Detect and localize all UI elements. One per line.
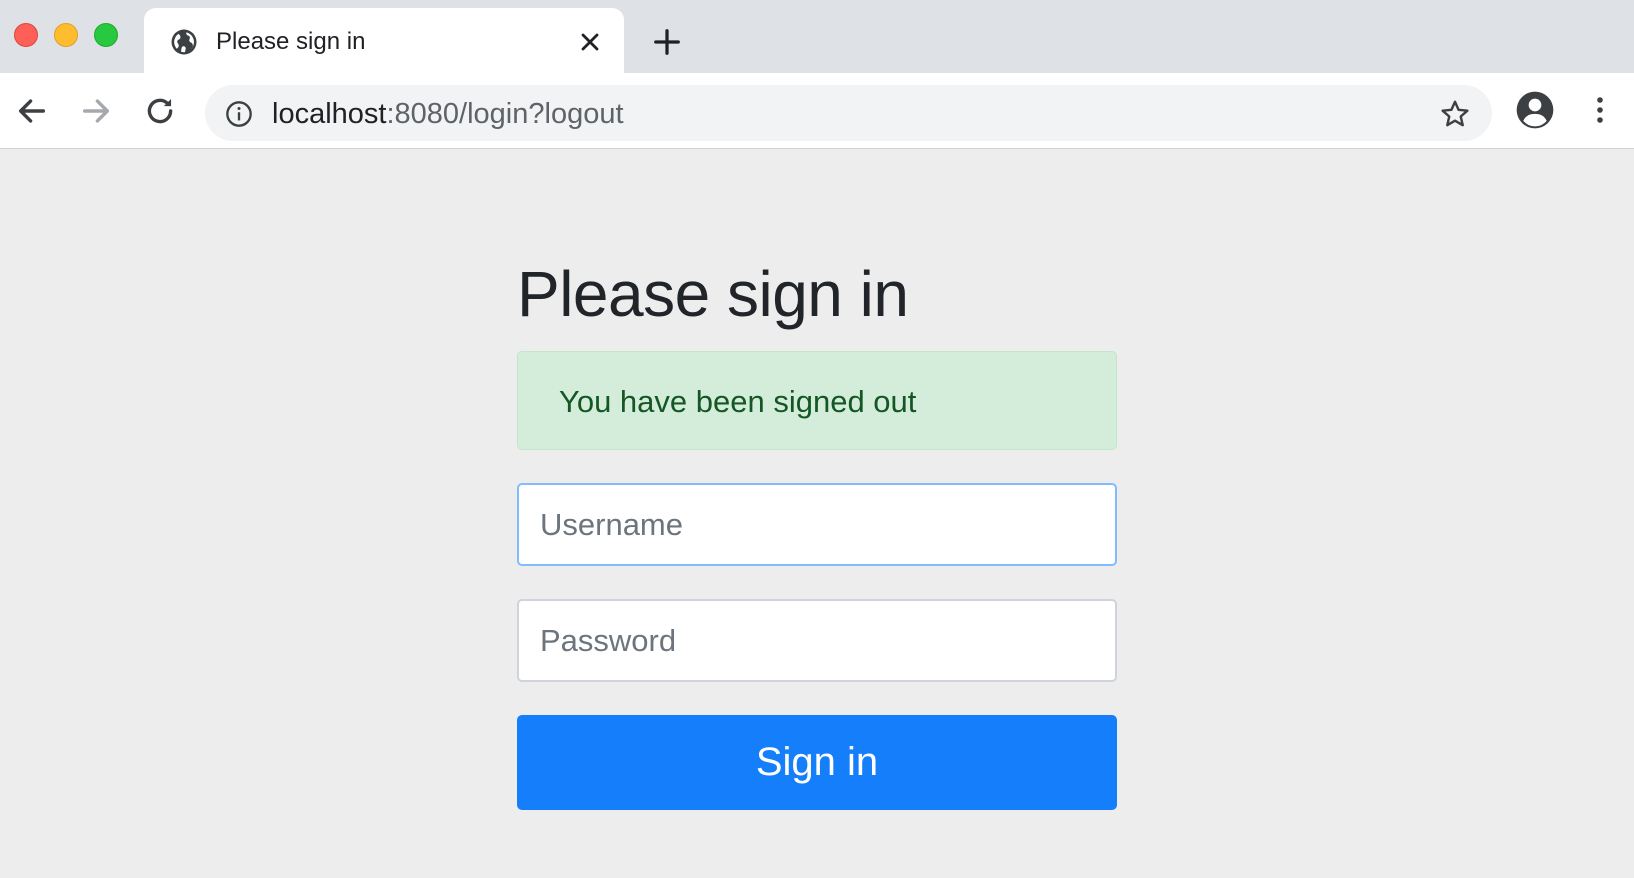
more-menu-icon[interactable] (1584, 92, 1616, 128)
sign-in-button[interactable]: Sign in (517, 715, 1117, 810)
close-window-button[interactable] (14, 23, 38, 47)
password-input[interactable] (517, 599, 1117, 682)
maximize-window-button[interactable] (94, 23, 118, 47)
globe-icon (171, 29, 197, 55)
info-icon[interactable] (225, 100, 253, 128)
username-input[interactable] (517, 483, 1117, 566)
signed-out-alert: You have been signed out (517, 351, 1117, 450)
address-bar[interactable]: localhost:8080/login?logout (205, 85, 1492, 141)
tab-strip: Please sign in (0, 0, 1634, 73)
account-icon[interactable] (1515, 90, 1555, 130)
tab-active[interactable]: Please sign in (144, 8, 624, 73)
url-text: localhost:8080/login?logout (272, 98, 624, 131)
tab-title: Please sign in (216, 28, 366, 55)
reload-icon[interactable] (143, 94, 177, 128)
page-content: Please sign in You have been signed out … (0, 149, 1634, 878)
url-host: localhost (272, 98, 387, 130)
forward-arrow-icon[interactable] (79, 94, 113, 128)
close-icon[interactable] (578, 30, 602, 54)
new-tab-icon[interactable] (652, 27, 682, 57)
browser-window: Please sign in localhost:8080/login?logo… (0, 0, 1634, 878)
alert-message: You have been signed out (559, 384, 917, 419)
minimize-window-button[interactable] (54, 23, 78, 47)
back-arrow-icon[interactable] (15, 94, 49, 128)
page-title: Please sign in (517, 258, 909, 330)
url-path: :8080/login?logout (386, 98, 624, 130)
bookmark-star-icon[interactable] (1439, 98, 1471, 130)
browser-toolbar: localhost:8080/login?logout (0, 73, 1634, 149)
